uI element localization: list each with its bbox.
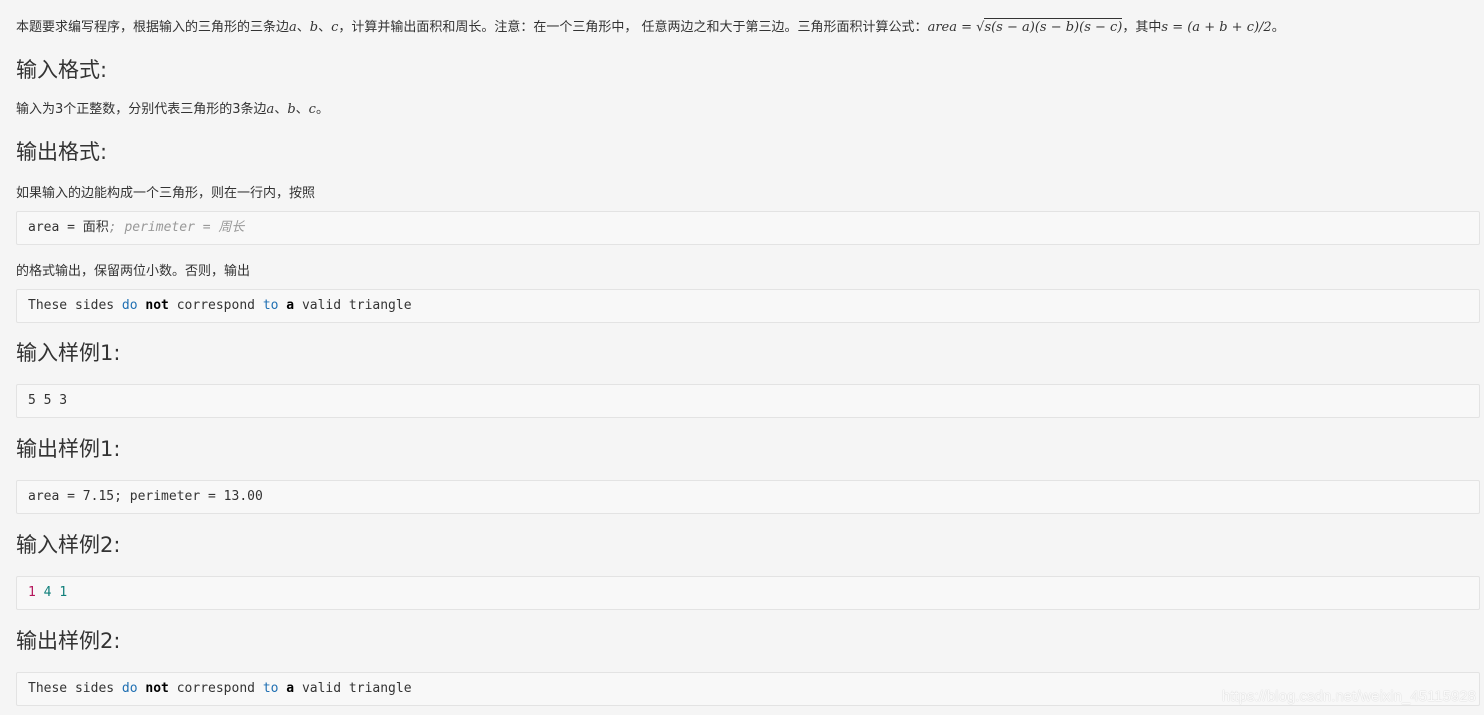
code-number: 1 (28, 585, 36, 600)
formula-sqrt-body: s(s − a)(s − b)(s − c) (984, 18, 1123, 35)
formula-s: s = (a + b + c)/2 (1161, 20, 1272, 35)
var-a: a (289, 20, 297, 35)
input-end: 。 (315, 102, 329, 117)
input-sep-1: 、 (274, 102, 288, 117)
intro-text-2: ，计算并输出面积和周长。注意：在一个三角形中， 任意两边之和大于第三边。三角形面… (338, 20, 928, 35)
input-format-text: 输入为3个正整数，分别代表三角形的3条边a、b、c。 (16, 100, 329, 120)
code-number: 4 (43, 585, 52, 600)
sample-input-2-code: 1 4 1 (16, 576, 1480, 610)
code-comment: ; perimeter = 周长 (108, 220, 245, 235)
output-format-code: area = 面积; perimeter = 周长 (16, 211, 1480, 245)
code-word: valid triangle (294, 681, 412, 696)
code-keyword-a: a (286, 681, 295, 696)
intro-paragraph: 本题要求编写程序，根据输入的三角形的三条边a、b、c，计算并输出面积和周长。注意… (16, 18, 1285, 38)
output-format-text-2: 的格式输出，保留两位小数。否则，输出 (16, 264, 251, 279)
invalid-output-code: These sides do not correspond to a valid… (16, 289, 1480, 323)
code-word: These sides (28, 298, 122, 313)
formula-area-lhs: area = (927, 20, 977, 35)
code-word: correspond (168, 681, 263, 696)
code-keyword-not: not (145, 681, 169, 696)
sample-output-1-code: area = 7.15; perimeter = 13.00 (16, 480, 1480, 514)
sample-output-1-heading: 输出样例1: (16, 437, 121, 461)
sample-input-2-heading: 输入样例2: (16, 533, 121, 557)
output-format-text-1: 如果输入的边能构成一个三角形，则在一行内，按照 (16, 186, 316, 201)
code-keyword-do: do (121, 298, 138, 313)
code-word: valid triangle (294, 298, 412, 313)
code-keyword-a: a (286, 298, 295, 313)
code-keyword-do: do (121, 681, 138, 696)
input-var-b: b (287, 102, 296, 117)
intro-sep-2: 、 (318, 20, 332, 35)
sample-output-2-heading: 输出样例2: (16, 629, 121, 653)
var-b: b (309, 20, 319, 35)
intro-sep-1: 、 (296, 20, 310, 35)
intro-text-4: 。 (1271, 20, 1285, 35)
code-word: These sides (28, 681, 122, 696)
intro-text-1: 本题要求编写程序，根据输入的三角形的三条边 (16, 20, 290, 35)
intro-text-3: ，其中 (1122, 20, 1162, 35)
code-word: correspond (168, 298, 263, 313)
sample-input-1-code: 5 5 3 (16, 384, 1480, 418)
code-keyword-not: not (145, 298, 169, 313)
watermark: https://blog.csdn.net/weixin_45115928 (1221, 688, 1476, 705)
input-sep-2: 、 (295, 102, 309, 117)
code-plain: area = 面积 (28, 220, 109, 235)
sample-input-1-heading: 输入样例1: (16, 341, 121, 365)
code-keyword-to: to (262, 298, 279, 313)
code-number: 1 (59, 585, 68, 600)
input-format-heading: 输入格式: (16, 58, 108, 82)
input-format-desc: 输入为3个正整数，分别代表三角形的3条边 (16, 102, 267, 117)
output-format-heading: 输出格式: (16, 140, 108, 164)
code-keyword-to: to (262, 681, 279, 696)
input-var-c: c (308, 102, 316, 117)
